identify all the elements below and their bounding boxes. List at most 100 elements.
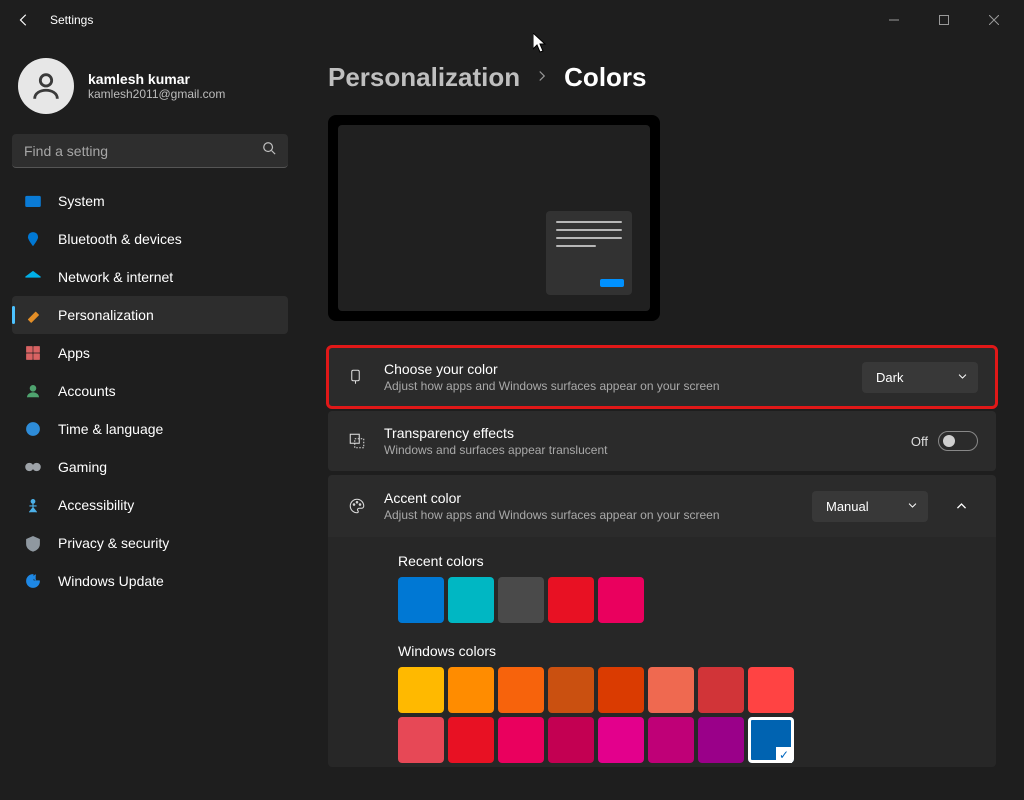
choose-color-dropdown[interactable]: Dark [862, 362, 978, 393]
accent-desc: Adjust how apps and Windows surfaces app… [384, 508, 796, 522]
accent-dropdown[interactable]: Manual [812, 491, 928, 522]
color-swatch[interactable] [548, 667, 594, 713]
chevron-right-icon [536, 69, 548, 87]
transparency-row[interactable]: Transparency effects Windows and surface… [328, 411, 996, 471]
close-button[interactable] [972, 5, 1016, 35]
color-swatch[interactable] [648, 667, 694, 713]
nav-icon [24, 420, 42, 438]
color-swatch[interactable] [498, 717, 544, 763]
breadcrumb-parent[interactable]: Personalization [328, 62, 520, 93]
recent-colors-label: Recent colors [398, 553, 978, 569]
sidebar-item-accounts[interactable]: Accounts [12, 372, 288, 410]
color-swatch[interactable] [598, 577, 644, 623]
titlebar-label: Settings [50, 13, 93, 27]
back-button[interactable] [8, 4, 40, 36]
search-input[interactable] [24, 143, 262, 159]
transparency-icon [346, 432, 368, 450]
user-email: kamlesh2011@gmail.com [88, 87, 225, 101]
brush-icon [346, 368, 368, 386]
nav-icon [24, 572, 42, 590]
color-swatch[interactable] [748, 667, 794, 713]
transparency-state: Off [911, 434, 928, 449]
color-swatch[interactable] [548, 717, 594, 763]
nav-icon [24, 344, 42, 362]
windows-colors-label: Windows colors [398, 643, 978, 659]
palette-icon [346, 497, 368, 515]
chevron-down-icon [957, 370, 968, 385]
nav-icon [24, 268, 42, 286]
color-swatch[interactable] [498, 577, 544, 623]
color-swatch[interactable] [398, 577, 444, 623]
nav-label: Accounts [58, 383, 116, 399]
accent-value: Manual [826, 499, 869, 514]
sidebar-nav: System Bluetooth & devices Network & inter… [12, 182, 288, 600]
search-icon [262, 141, 276, 160]
color-swatch[interactable] [448, 577, 494, 623]
sidebar-item-windows-update[interactable]: Windows Update [12, 562, 288, 600]
window-controls [872, 5, 1016, 35]
choose-color-desc: Adjust how apps and Windows surfaces app… [384, 379, 846, 393]
accent-color-row[interactable]: Accent color Adjust how apps and Windows… [328, 475, 996, 537]
nav-label: Apps [58, 345, 90, 361]
nav-label: Windows Update [58, 573, 164, 589]
nav-icon [24, 496, 42, 514]
sidebar-item-accessibility[interactable]: Accessibility [12, 486, 288, 524]
nav-icon [24, 230, 42, 248]
nav-label: Time & language [58, 421, 163, 437]
choose-color-title: Choose your color [384, 361, 846, 377]
sidebar-item-bluetooth-devices[interactable]: Bluetooth & devices [12, 220, 288, 258]
color-swatch[interactable] [498, 667, 544, 713]
sidebar-item-gaming[interactable]: Gaming [12, 448, 288, 486]
main-content: Personalization Colors Choose your color… [300, 40, 1024, 800]
avatar [18, 58, 74, 114]
chevron-down-icon [907, 499, 918, 514]
nav-icon [24, 192, 42, 210]
color-swatch[interactable] [698, 667, 744, 713]
accent-body: Recent colors Windows colors [328, 537, 996, 767]
sidebar-item-time-language[interactable]: Time & language [12, 410, 288, 448]
nav-icon [24, 534, 42, 552]
nav-label: Personalization [58, 307, 154, 323]
nav-label: Bluetooth & devices [58, 231, 182, 247]
nav-label: Network & internet [58, 269, 173, 285]
breadcrumb-current: Colors [564, 62, 646, 93]
color-swatch[interactable] [448, 667, 494, 713]
nav-icon [24, 306, 42, 324]
titlebar: Settings [0, 0, 1024, 40]
nav-icon [24, 458, 42, 476]
sidebar-item-privacy-security[interactable]: Privacy & security [12, 524, 288, 562]
nav-label: Privacy & security [58, 535, 169, 551]
nav-icon [24, 382, 42, 400]
nav-label: Accessibility [58, 497, 134, 513]
nav-label: Gaming [58, 459, 107, 475]
color-swatch[interactable] [648, 717, 694, 763]
sidebar-item-system[interactable]: System [12, 182, 288, 220]
choose-color-row[interactable]: Choose your color Adjust how apps and Wi… [328, 347, 996, 407]
color-swatch[interactable] [748, 717, 794, 763]
color-swatch[interactable] [548, 577, 594, 623]
color-swatch[interactable] [598, 667, 644, 713]
color-swatch[interactable] [448, 717, 494, 763]
color-swatch[interactable] [398, 717, 444, 763]
nav-label: System [58, 193, 105, 209]
color-swatch[interactable] [698, 717, 744, 763]
user-name: kamlesh kumar [88, 71, 225, 87]
transparency-toggle[interactable] [938, 431, 978, 451]
accent-title: Accent color [384, 490, 796, 506]
transparency-desc: Windows and surfaces appear translucent [384, 443, 895, 457]
sidebar-item-apps[interactable]: Apps [12, 334, 288, 372]
theme-preview [328, 115, 660, 321]
transparency-title: Transparency effects [384, 425, 895, 441]
breadcrumb: Personalization Colors [328, 62, 996, 93]
recent-colors-row [398, 577, 978, 623]
sidebar-item-personalization[interactable]: Personalization [12, 296, 288, 334]
maximize-button[interactable] [922, 5, 966, 35]
accent-collapse-button[interactable] [944, 489, 978, 523]
choose-color-value: Dark [876, 370, 903, 385]
account-block[interactable]: kamlesh kumar kamlesh2011@gmail.com [12, 50, 288, 134]
color-swatch[interactable] [598, 717, 644, 763]
sidebar-item-network-internet[interactable]: Network & internet [12, 258, 288, 296]
search-box[interactable] [12, 134, 288, 168]
color-swatch[interactable] [398, 667, 444, 713]
minimize-button[interactable] [872, 5, 916, 35]
